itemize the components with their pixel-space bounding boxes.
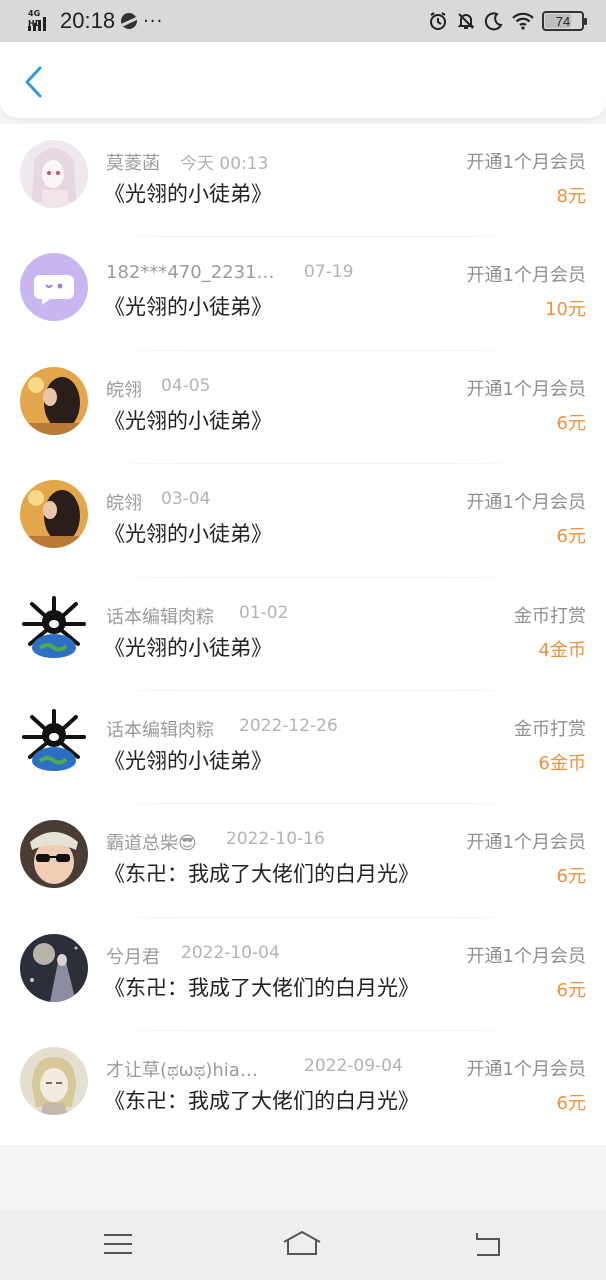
battery-icon: 74 [542, 11, 587, 31]
record-amount: 6元 [556, 979, 586, 1001]
book-title: 《光翎的小徒弟》 [104, 182, 272, 206]
book-title: 《光翎的小徒弟》 [104, 748, 272, 773]
avatar [20, 1047, 88, 1116]
mute-icon [456, 11, 476, 31]
list-item[interactable]: 话本编辑肉粽 01-02 《光翎的小徒弟》 金币打赏 4金币 [0, 578, 606, 691]
record-action: 金币打赏 [514, 605, 586, 627]
book-title: 《光翎的小徒弟》 [104, 635, 272, 660]
record-action: 开通1个月会员 [466, 378, 586, 400]
record-action: 开通1个月会员 [466, 1059, 586, 1081]
record-amount: 10元 [545, 299, 586, 321]
list-item[interactable]: 话本编辑肉粽 2022-12-26 《光翎的小徒弟》 金币打赏 6金币 [0, 691, 606, 805]
avatar [20, 480, 88, 549]
header [0, 42, 606, 118]
wifi-icon [512, 12, 534, 30]
avatar [20, 140, 88, 208]
record-amount: 6元 [556, 1093, 586, 1115]
book-title: 《光翎的小徒弟》 [104, 408, 272, 433]
status-bar: 4G HD 20:18 ··· 74 [0, 0, 606, 42]
record-action: 开通1个月会员 [466, 945, 586, 967]
battery-level: 74 [555, 13, 571, 29]
record-action: 开通1个月会员 [466, 265, 586, 287]
user-name: 才让草(ಥωಥ)hia… [106, 1060, 258, 1082]
record-amount: 8元 [556, 186, 586, 207]
record-date: 2022-09-04 [304, 1056, 403, 1077]
list-item[interactable]: 才让草(ಥωಥ)hia… 2022-09-04 《东卍：我成了大佬们的白月光》 … [0, 1031, 606, 1144]
record-amount: 6元 [556, 866, 586, 888]
book-title: 《光翎的小徒弟》 [104, 522, 272, 547]
status-more: ··· [143, 10, 164, 32]
list-item[interactable]: 182***470_2231… 07-19 《光翎的小徒弟》 开通1个月会员 1… [0, 237, 606, 351]
record-date: 2022-12-26 [239, 715, 338, 736]
record-action: 金币打赏 [514, 718, 586, 740]
vpn-icon [121, 13, 138, 29]
user-name: 皖翎 [106, 493, 142, 515]
book-title: 《东卍：我成了大佬们的白月光》 [104, 975, 419, 1000]
alarm-icon [428, 11, 448, 31]
list-item[interactable]: 皖翎 04-05 《光翎的小徒弟》 开通1个月会员 6元 [0, 351, 606, 465]
list-item[interactable]: 霸道总柴😎 2022-10-16 《东卍：我成了大佬们的白月光》 开通1个月会员… [0, 804, 606, 918]
user-name: 话本编辑肉粽 [106, 719, 214, 741]
home-icon [283, 1230, 321, 1255]
avatar [20, 253, 88, 322]
book-title: 《光翎的小徒弟》 [104, 295, 272, 320]
user-name: 霸道总柴😎 [106, 833, 197, 855]
record-action: 开通1个月会员 [466, 492, 586, 514]
record-date: 今天 00:13 [180, 154, 269, 174]
list-item[interactable]: 兮月君 2022-10-04 《东卍：我成了大佬们的白月光》 开通1个月会员 6… [0, 918, 606, 1032]
record-date: 2022-10-04 [181, 942, 280, 963]
record-date: 04-05 [161, 375, 211, 396]
record-amount: 6元 [556, 412, 586, 434]
list-item[interactable]: 莫菱菡 今天 00:13 《光翎的小徒弟》 开通1个月会员 8元 [0, 124, 606, 238]
record-date: 07-19 [304, 262, 354, 283]
user-name: 兮月君 [106, 946, 160, 968]
avatar [20, 707, 88, 775]
record-action: 开通1个月会员 [466, 152, 586, 173]
user-name: 莫菱菡 [106, 153, 160, 174]
record-date: 2022-10-16 [226, 829, 325, 850]
avatar [20, 594, 88, 662]
back-button[interactable] [14, 62, 54, 102]
home-button[interactable] [282, 1226, 322, 1262]
back-nav-button[interactable] [467, 1226, 507, 1262]
system-nav-bar [0, 1210, 606, 1280]
avatar [20, 933, 88, 1002]
signal-icon: 4G HD [28, 9, 54, 33]
record-date: 01-02 [239, 602, 289, 623]
user-name: 182***470_2231… [106, 262, 275, 284]
menu-button[interactable] [98, 1226, 138, 1262]
user-name: 皖翎 [106, 379, 142, 401]
book-title: 《东卍：我成了大佬们的白月光》 [104, 1089, 419, 1114]
back-icon [476, 1233, 500, 1256]
book-title: 《东卍：我成了大佬们的白月光》 [104, 862, 419, 887]
record-amount: 6元 [556, 526, 586, 548]
user-name: 话本编辑肉粽 [106, 606, 214, 628]
menu-icon [104, 1234, 132, 1254]
status-time: 20:18 [60, 8, 116, 33]
record-list: 莫菱菡 今天 00:13 《光翎的小徒弟》 开通1个月会员 8元 182***4… [0, 124, 606, 1145]
avatar [20, 366, 88, 435]
avatar [20, 820, 88, 889]
list-item[interactable]: 皖翎 03-04 《光翎的小徒弟》 开通1个月会员 6元 [0, 464, 606, 578]
record-amount: 6金币 [538, 752, 586, 774]
moon-icon [484, 11, 504, 31]
record-date: 03-04 [161, 489, 211, 510]
chevron-left-icon [25, 66, 42, 98]
record-action: 开通1个月会员 [466, 832, 586, 854]
record-amount: 4金币 [538, 639, 586, 661]
